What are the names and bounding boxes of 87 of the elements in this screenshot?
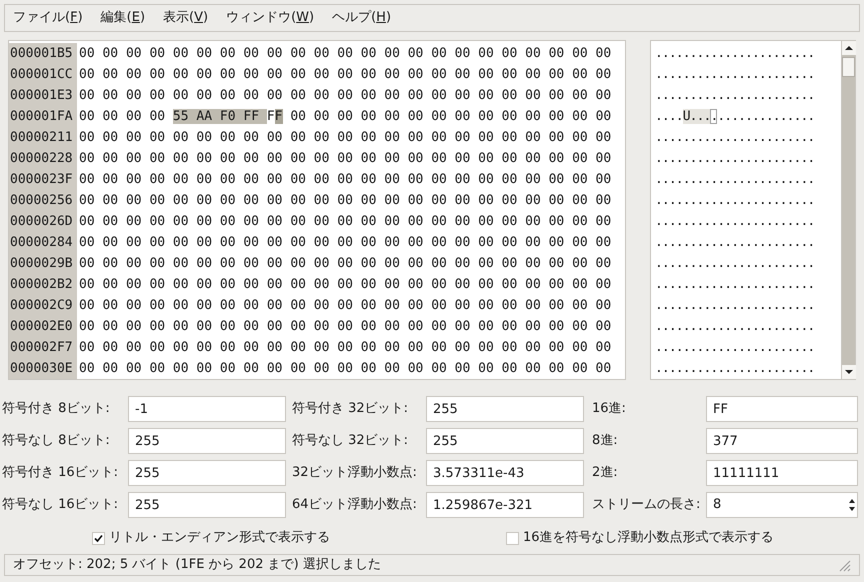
- ascii-row[interactable]: .......................: [655, 43, 841, 64]
- ascii-row[interactable]: .......................: [655, 316, 841, 337]
- ascii-row[interactable]: .......................: [655, 85, 841, 106]
- checkbox[interactable]: [92, 532, 105, 544]
- value-field[interactable]: 255: [426, 428, 584, 454]
- ascii-row[interactable]: .......................: [655, 274, 841, 295]
- menu-item[interactable]: 表示(V): [161, 8, 210, 28]
- offset-label: 000002F7: [10, 339, 74, 357]
- hex-row[interactable]: 00 00 00 00 00 00 00 00 00 00 00 00 00 00 00 00 00 00 00 00 00 00 00: [79, 316, 612, 337]
- value-field[interactable]: -1: [128, 396, 286, 422]
- offset-label: 000002B2: [10, 276, 74, 294]
- value-field[interactable]: 377: [706, 428, 858, 454]
- offset-label: 00000211: [10, 129, 74, 147]
- field-label: 2進:: [592, 464, 619, 482]
- field-label: 32ビット浮動小数点:: [292, 464, 418, 482]
- field-label: 符号付き 32ビット:: [292, 400, 410, 418]
- resize-grip-icon[interactable]: [837, 558, 851, 572]
- menu-item[interactable]: ウィンドウ(W): [224, 8, 316, 28]
- offset-label: 00000256: [10, 192, 74, 210]
- offset-label: 00000228: [10, 150, 74, 168]
- ascii-row[interactable]: .......................: [655, 211, 841, 232]
- hex-row[interactable]: 00 00 00 00 00 00 00 00 00 00 00 00 00 00 00 00 00 00 00 00 00 00 00: [79, 295, 612, 316]
- field-label: 16進:: [592, 400, 627, 418]
- ascii-row[interactable]: .......................: [655, 295, 841, 316]
- ascii-row[interactable]: .......................: [655, 232, 841, 253]
- offset-label: 000002E0: [10, 318, 74, 336]
- checkbox[interactable]: [506, 532, 519, 544]
- ascii-row[interactable]: .......................: [655, 148, 841, 169]
- value-field[interactable]: 255: [128, 428, 286, 454]
- value-field[interactable]: 255: [128, 492, 286, 518]
- hex-row[interactable]: 00 00 00 00 00 00 00 00 00 00 00 00 00 00 00 00 00 00 00 00 00 00 00: [79, 232, 612, 253]
- ascii-row[interactable]: .......................: [655, 253, 841, 274]
- value-field[interactable]: 11111111: [706, 460, 858, 486]
- field-label: 符号付き 8ビット:: [2, 400, 111, 418]
- ascii-row[interactable]: .......................: [655, 127, 841, 148]
- status-text: オフセット: 202; 5 バイト (1FE から 202 まで) 選択しました: [13, 556, 381, 574]
- checkbox-label: リトル・エンディアン形式で表示する: [109, 529, 330, 548]
- offset-label: 000001B5: [10, 45, 74, 63]
- hex-row[interactable]: 00 00 00 00 00 00 00 00 00 00 00 00 00 00 00 00 00 00 00 00 00 00 00: [79, 148, 612, 169]
- hex-row[interactable]: 00 00 00 00 00 00 00 00 00 00 00 00 00 00 00 00 00 00 00 00 00 00 00: [79, 85, 612, 106]
- offset-label: 000001E3: [10, 87, 74, 105]
- hex-row[interactable]: 00 00 00 00 00 00 00 00 00 00 00 00 00 00 00 00 00 00 00 00 00 00 00: [79, 169, 612, 190]
- value-field[interactable]: 1.259867e-321: [426, 492, 584, 518]
- hex-row[interactable]: 00 00 00 00 55 AA F0 FF FF 00 00 00 00 00 00 00 00 00 00 00 00 00 00: [79, 106, 612, 127]
- ascii-row[interactable]: .......................: [655, 337, 841, 358]
- value-field[interactable]: 3.573311e-43: [426, 460, 584, 486]
- hex-row[interactable]: 00 00 00 00 00 00 00 00 00 00 00 00 00 00 00 00 00 00 00 00 00 00 00: [79, 190, 612, 211]
- field-label: 8進:: [592, 432, 619, 450]
- hex-row[interactable]: 00 00 00 00 00 00 00 00 00 00 00 00 00 00 00 00 00 00 00 00 00 00 00: [79, 43, 612, 64]
- value-field[interactable]: 255: [128, 460, 286, 486]
- field-label: 符号なし 32ビット:: [292, 432, 410, 450]
- hex-row[interactable]: 00 00 00 00 00 00 00 00 00 00 00 00 00 00 00 00 00 00 00 00 00 00 00: [79, 358, 612, 379]
- menu-item[interactable]: ヘルプ(H): [330, 8, 394, 28]
- value-field[interactable]: FF: [706, 396, 858, 422]
- spin-field[interactable]: 8: [706, 492, 858, 518]
- offset-label: 0000029B: [10, 255, 74, 273]
- offset-label: 0000023F: [10, 171, 74, 189]
- scroll-down-icon[interactable]: [842, 365, 856, 379]
- menu-item[interactable]: ファイル(F): [11, 8, 85, 28]
- hex-row[interactable]: 00 00 00 00 00 00 00 00 00 00 00 00 00 00 00 00 00 00 00 00 00 00 00: [79, 64, 612, 85]
- field-label: 符号付き 16ビット:: [2, 464, 120, 482]
- offset-label: 0000030E: [10, 360, 74, 378]
- menu-item[interactable]: 編集(E): [98, 8, 148, 28]
- offset-label: 00000284: [10, 234, 74, 252]
- field-label: 符号なし 8ビット:: [2, 432, 111, 450]
- checkbox-label: 16進を符号なし浮動小数点形式で表示する: [523, 529, 774, 548]
- scrollbar[interactable]: [841, 41, 855, 379]
- offset-label: 000001FA: [10, 108, 74, 126]
- offset-label: 000002C9: [10, 297, 74, 315]
- ascii-row[interactable]: .......................: [655, 64, 841, 85]
- field-label: ストリームの長さ:: [592, 496, 702, 514]
- offset-label: 000001CC: [10, 66, 74, 84]
- ascii-row[interactable]: ....U..................: [655, 106, 841, 127]
- scroll-up-icon[interactable]: [842, 41, 856, 55]
- value-field[interactable]: 255: [426, 396, 584, 422]
- hex-row[interactable]: 00 00 00 00 00 00 00 00 00 00 00 00 00 00 00 00 00 00 00 00 00 00 00: [79, 127, 612, 148]
- ascii-row[interactable]: .......................: [655, 358, 841, 379]
- ascii-row[interactable]: .......................: [655, 190, 841, 211]
- hex-row[interactable]: 00 00 00 00 00 00 00 00 00 00 00 00 00 00 00 00 00 00 00 00 00 00 00: [79, 253, 612, 274]
- hex-row[interactable]: 00 00 00 00 00 00 00 00 00 00 00 00 00 00 00 00 00 00 00 00 00 00 00: [79, 274, 612, 295]
- hex-row[interactable]: 00 00 00 00 00 00 00 00 00 00 00 00 00 00 00 00 00 00 00 00 00 00 00: [79, 337, 612, 358]
- field-label: 64ビット浮動小数点:: [292, 496, 418, 514]
- hex-row[interactable]: 00 00 00 00 00 00 00 00 00 00 00 00 00 00 00 00 00 00 00 00 00 00 00: [79, 211, 612, 232]
- ascii-row[interactable]: .......................: [655, 169, 841, 190]
- offset-label: 0000026D: [10, 213, 74, 231]
- field-label: 符号なし 16ビット:: [2, 496, 120, 514]
- scroll-thumb[interactable]: [842, 57, 855, 77]
